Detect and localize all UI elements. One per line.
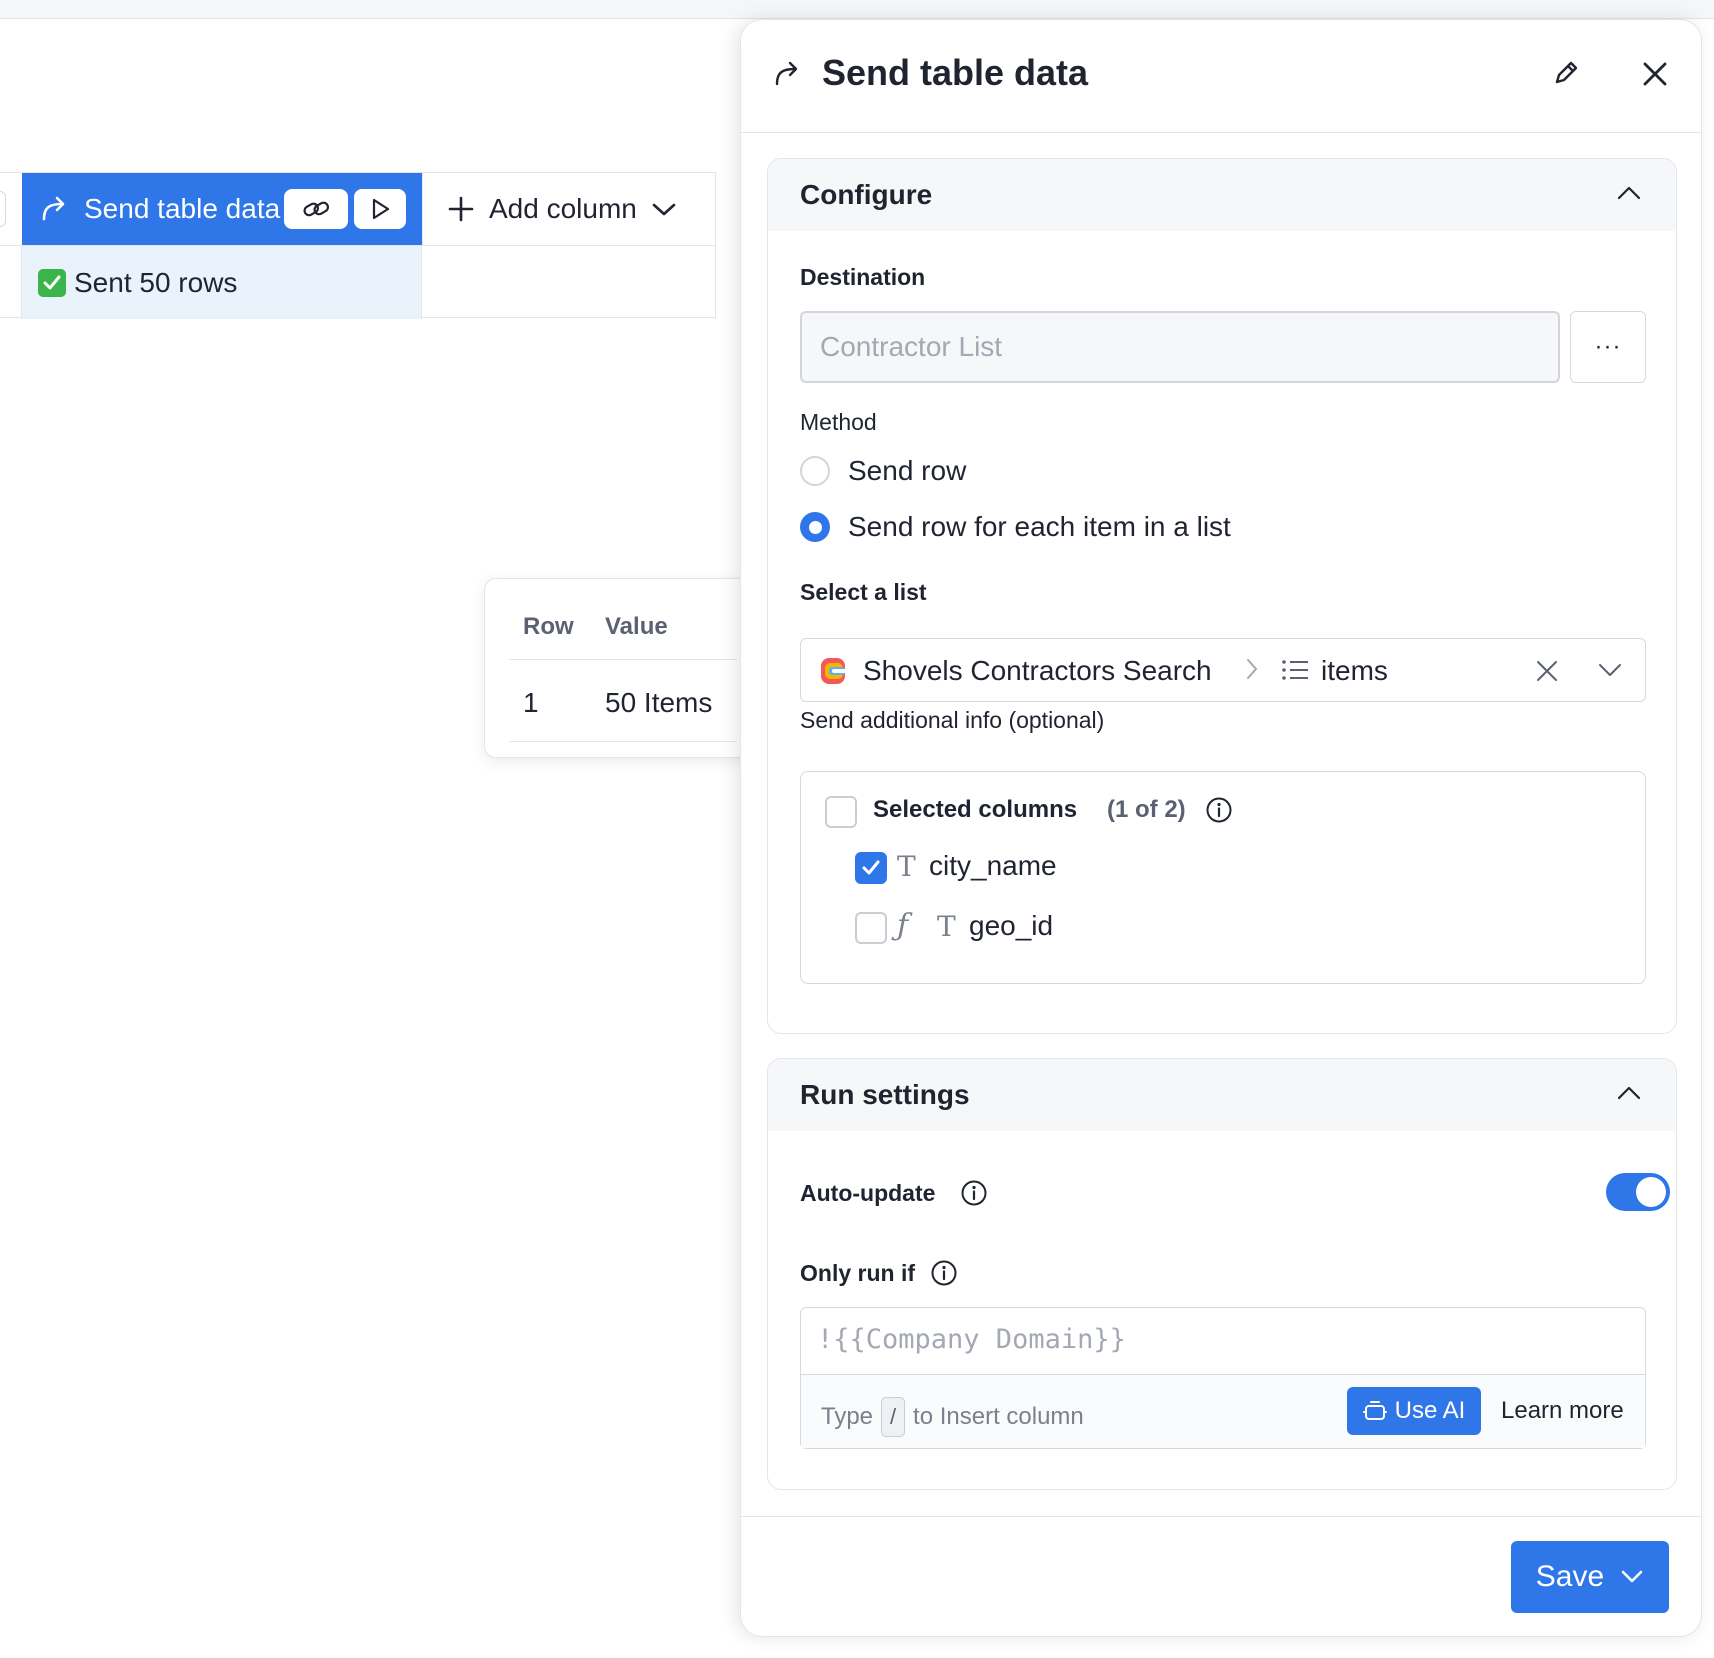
edit-pencil-icon[interactable] — [1551, 58, 1581, 88]
row-index: 1 — [523, 687, 539, 718]
send-table-data-cell[interactable]: Sent 50 rows — [22, 246, 422, 319]
list-icon — [1282, 660, 1308, 680]
only-run-if-label: Only run if — [800, 1260, 915, 1286]
info-icon[interactable] — [960, 1179, 988, 1207]
run-settings-header[interactable]: Run settings — [768, 1059, 1676, 1131]
shovels-logo-icon — [821, 658, 847, 684]
row-value: 50 Items — [605, 687, 713, 718]
auto-update-toggle[interactable] — [1606, 1173, 1670, 1211]
column-name: geo_id — [969, 910, 1054, 941]
text-type-icon: T — [897, 850, 916, 883]
robot-icon — [1362, 1401, 1387, 1420]
column-header-send-table-data[interactable]: Send table data — [22, 173, 422, 245]
formula-icon: ƒ — [897, 908, 909, 943]
divider — [509, 741, 737, 742]
check-icon — [862, 860, 880, 875]
configure-header[interactable]: Configure — [768, 159, 1676, 231]
column-name: city_name — [929, 850, 1057, 881]
destination-input[interactable]: Contractor List — [800, 311, 1560, 383]
configure-title: Configure — [800, 179, 933, 210]
condition-editor[interactable]: !{{Company Domain}} Type / to Insert col… — [800, 1307, 1646, 1449]
previous-column-header[interactable] — [0, 191, 6, 227]
top-bar — [0, 0, 1714, 19]
method-option-label: Send row for each item in a list — [848, 511, 1231, 542]
chevron-right-icon — [1247, 659, 1258, 679]
column-checkbox-city-name[interactable] — [855, 852, 887, 884]
selected-columns-count: (1 of 2) — [1107, 796, 1186, 823]
success-check-icon — [38, 268, 66, 297]
use-ai-label: Use AI — [1394, 1397, 1466, 1424]
save-label: Save — [1535, 1560, 1605, 1593]
close-icon[interactable] — [1641, 60, 1669, 88]
clear-icon[interactable] — [1535, 659, 1559, 683]
play-icon — [372, 198, 390, 220]
share-arrow-icon — [775, 61, 798, 86]
cell-details-popover: Row Value 1 50 Items — [484, 578, 762, 758]
chevron-down-icon[interactable] — [1597, 661, 1623, 679]
info-icon[interactable] — [930, 1259, 958, 1287]
value-header: Value — [605, 613, 668, 640]
add-column-button[interactable]: Add column — [422, 173, 716, 245]
use-ai-button[interactable]: Use AI — [1347, 1387, 1481, 1435]
link-icon — [303, 201, 330, 217]
divider — [509, 659, 737, 660]
chevron-up-icon[interactable] — [1616, 1083, 1642, 1103]
row-stub-cell[interactable] — [0, 246, 22, 319]
select-list-label: Select a list — [800, 579, 927, 605]
list-source-name: Shovels Contractors Search — [863, 655, 1212, 686]
run-settings-section: Run settings Auto-update Only run if !{{… — [767, 1058, 1677, 1490]
method-label: Method — [800, 409, 877, 435]
run-settings-title: Run settings — [800, 1079, 970, 1110]
destination-more-button[interactable]: ··· — [1570, 311, 1646, 383]
info-icon[interactable] — [1205, 796, 1233, 824]
chevron-down-icon[interactable] — [1620, 1569, 1644, 1585]
table-row: Sent 50 rows — [0, 245, 716, 319]
slash-key: / — [881, 1397, 906, 1437]
additional-info-label: Send additional info (optional) — [800, 707, 1105, 733]
panel-header: Send table data — [741, 20, 1701, 133]
hint-suffix: to Insert column — [913, 1403, 1084, 1430]
plus-icon — [448, 196, 474, 222]
column-checkbox-geo-id[interactable] — [855, 912, 887, 944]
link-button[interactable] — [284, 189, 348, 229]
destination-label: Destination — [800, 264, 926, 290]
auto-update-label: Auto-update — [800, 1180, 936, 1206]
method-option-label: Send row — [848, 455, 967, 486]
column-title: Send table data — [84, 193, 281, 224]
panel-footer: Save — [741, 1516, 1701, 1636]
chevron-down-icon — [652, 203, 676, 216]
condition-input[interactable]: !{{Company Domain}} — [817, 1324, 1126, 1355]
learn-more-link[interactable]: Learn more — [1501, 1397, 1624, 1425]
data-table: Send table data Add column Sent 50 rows — [0, 172, 716, 319]
select-all-columns-checkbox[interactable] — [825, 796, 857, 828]
share-arrow-icon — [42, 196, 65, 221]
list-item-name: items — [1321, 655, 1388, 686]
run-button[interactable] — [354, 189, 406, 229]
list-select-dropdown[interactable]: Shovels Contractors Search items — [800, 638, 1646, 702]
radio-button[interactable] — [800, 456, 830, 486]
method-option-send-row-each-item[interactable]: Send row for each item in a list — [800, 511, 1231, 543]
hint-prefix: Type — [821, 1403, 874, 1430]
configure-section: Configure Destination Contractor List ··… — [767, 158, 1677, 1034]
panel-title: Send table data — [822, 52, 1089, 93]
insert-column-hint: Type / to Insert column — [821, 1397, 1084, 1437]
save-button[interactable]: Save — [1511, 1541, 1669, 1613]
cell-value: Sent 50 rows — [74, 266, 238, 298]
method-option-send-row[interactable]: Send row — [800, 455, 966, 487]
send-table-data-panel: Send table data Configure Destination Co… — [740, 19, 1702, 1637]
selected-columns-box: Selected columns (1 of 2) T city_name ƒ … — [800, 771, 1646, 984]
row-header: Row — [523, 613, 574, 640]
text-type-icon: T — [937, 910, 956, 943]
add-column-label: Add column — [489, 193, 637, 224]
chevron-up-icon[interactable] — [1616, 183, 1642, 203]
condition-editor-footer: Type / to Insert column Use AI Learn mor… — [801, 1374, 1645, 1448]
radio-button-selected[interactable] — [800, 512, 830, 542]
selected-columns-label: Selected columns — [873, 796, 1078, 823]
